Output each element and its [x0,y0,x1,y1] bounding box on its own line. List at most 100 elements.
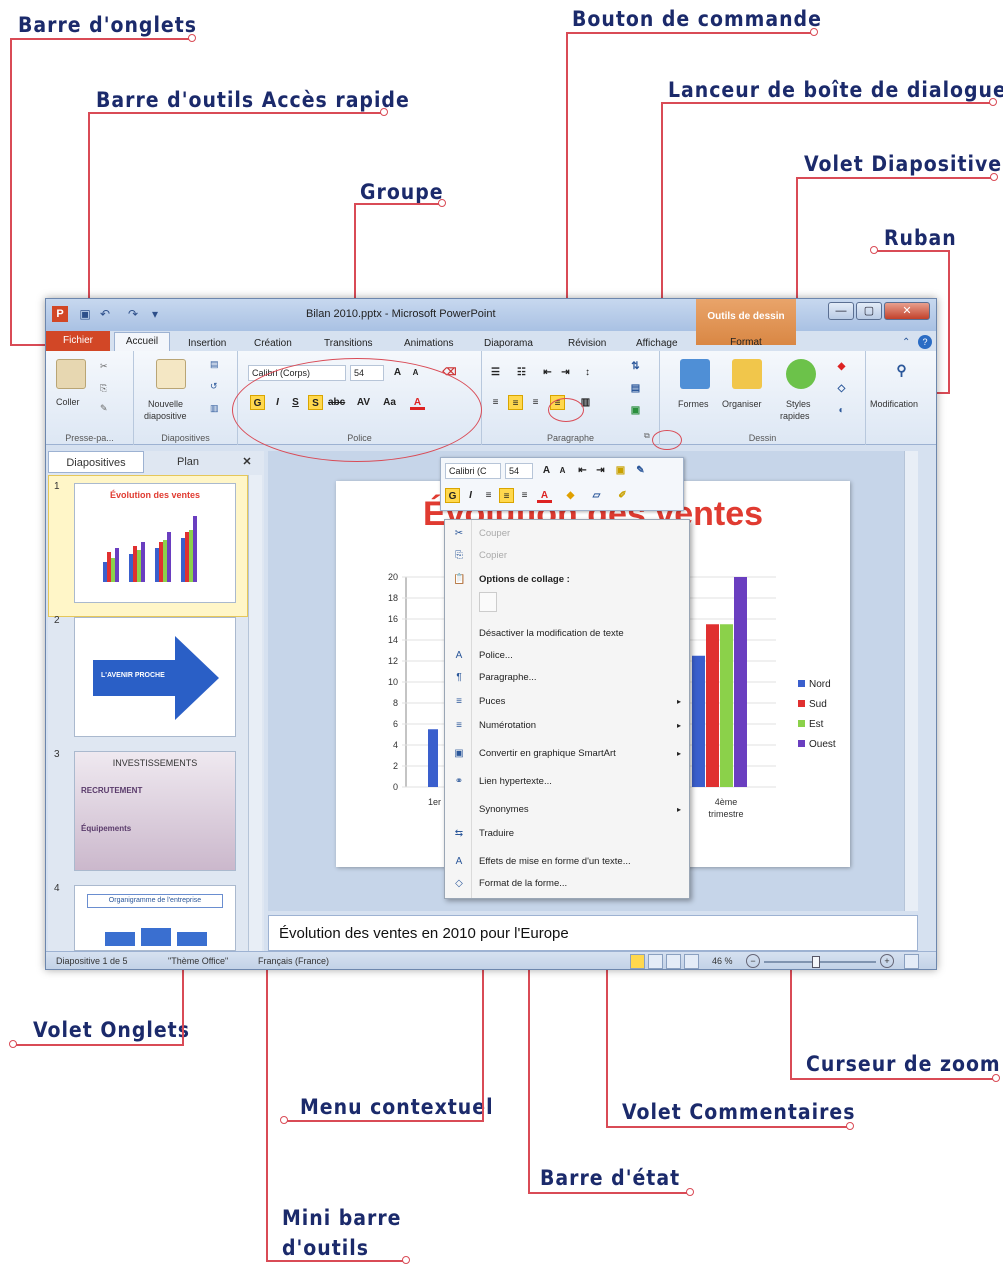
tab-diaporama[interactable]: Diaporama [484,338,533,349]
numbering-icon[interactable]: ☷ [514,365,529,380]
shapes-icon[interactable] [680,359,710,389]
align-left-icon[interactable]: ≡ [488,395,503,410]
theme-name[interactable]: "Thème Office" [168,956,228,966]
new-slide-icon[interactable] [156,359,186,389]
paste-icon[interactable] [56,359,86,389]
menu-item-puces[interactable]: ≡ Puces ▸ [445,692,691,712]
increase-indent-icon[interactable]: ⇥ [558,365,573,380]
quick-styles-icon[interactable] [786,359,816,389]
minimize-ribbon-icon[interactable]: ⌃ [902,337,910,348]
zoom-slider[interactable] [764,956,876,968]
language[interactable]: Français (France) [258,956,329,966]
dialog-launcher-icon[interactable]: ⧉ [644,431,650,441]
tab-creation[interactable]: Création [254,338,292,349]
powerpoint-app-icon[interactable]: P [52,306,68,322]
tab-accueil[interactable]: Accueil [114,332,170,352]
bullets-icon[interactable]: ☰ [488,365,503,380]
tab-plan[interactable]: Plan [148,451,228,473]
menu-item-copier[interactable]: ⎘ Copier [445,546,691,566]
fill-icon[interactable]: ◆ [834,359,849,374]
contextual-tab-outils-dessin[interactable]: Outils de dessin Format [696,299,796,348]
decrease-indent-icon[interactable]: ⇤ [575,463,590,478]
bold-button[interactable]: G [445,488,460,503]
menu-item-numerotation[interactable]: ≡ Numérotation ▸ [445,716,691,736]
layout-icon[interactable]: ▤ [210,359,219,370]
menu-item-couper[interactable]: ✂ Couper [445,524,691,544]
sorter-view-icon[interactable] [648,954,663,969]
increase-indent-icon[interactable]: ⇥ [593,463,608,478]
menu-item-smartart[interactable]: ▣ Convertir en graphique SmartArt ▸ [445,744,691,764]
notes-text[interactable]: Évolution des ventes en 2010 pour l'Euro… [279,925,569,942]
fit-window-icon[interactable] [904,954,919,969]
align-right-icon[interactable]: ≡ [528,395,543,410]
slideshow-view-icon[interactable] [684,954,699,969]
tab-affichage[interactable]: Affichage [636,338,678,349]
text-direction-icon[interactable]: ⇅ [628,359,643,374]
mini-font-dropdown[interactable]: Calibri (C [445,463,501,479]
menu-item-format-forme[interactable]: ◇ Format de la forme... [445,874,691,894]
pane-scrollbar[interactable] [248,475,262,951]
slide-thumb-3[interactable]: INVESTISSEMENTS RECRUTEMENT Équipements [74,751,236,871]
italic-button[interactable]: I [463,488,478,503]
close-button[interactable]: ✕ [884,302,930,320]
redo-icon[interactable]: ↷ [126,307,140,321]
save-icon[interactable]: ▣ [78,307,92,321]
notes-pane[interactable]: Évolution des ventes en 2010 pour l'Euro… [268,915,918,951]
menu-item-traduire[interactable]: ⇆ Traduire [445,824,691,844]
normal-view-icon[interactable] [630,954,645,969]
outline-icon[interactable]: ▱ [589,488,604,503]
undo-icon[interactable]: ↶ [98,307,112,321]
paste-option-icon[interactable] [479,592,497,612]
menu-item-police[interactable]: A Police... [445,646,691,666]
tab-diapositives[interactable]: Diapositives [48,451,144,473]
zoom-out-icon[interactable]: − [746,954,760,968]
copy-icon[interactable]: ⎘ [100,383,107,394]
justify-icon[interactable]: ≡ [499,488,514,503]
minimize-button[interactable]: — [828,302,854,320]
menu-item-desactiver[interactable]: Désactiver la modification de texte [445,624,691,644]
reading-view-icon[interactable] [666,954,681,969]
slide-thumb-1[interactable]: Évolution des ventes [74,483,236,603]
menu-item-effets[interactable]: A Effets de mise en forme d'un texte... [445,852,691,872]
tab-transitions[interactable]: Transitions [324,338,373,349]
slide-thumb-2[interactable]: L'AVENIR PROCHE [74,617,236,737]
zoom-slider-thumb[interactable] [811,956,820,968]
shrink-font-icon[interactable]: A [555,463,570,478]
fill-icon[interactable]: ◆ [563,488,578,503]
tab-animations[interactable]: Animations [404,338,453,349]
tab-revision[interactable]: Révision [568,338,606,349]
tab-insertion[interactable]: Insertion [188,338,226,349]
tab-format[interactable]: Format [696,337,796,348]
slide-thumb-4[interactable]: Organigramme de l'entreprise [74,885,236,951]
help-icon[interactable]: ? [918,335,932,349]
font-color-icon[interactable]: A [537,488,552,503]
new-slide-icon[interactable]: ▣ [613,463,628,478]
qat-customize-icon[interactable]: ▾ [148,307,162,321]
align-right-icon[interactable]: ≡ [517,488,532,503]
tab-fichier[interactable]: Fichier [46,331,110,351]
arrange-icon[interactable] [732,359,762,389]
mini-size-dropdown[interactable]: 54 [505,463,533,479]
section-icon[interactable]: ▥ [210,403,219,414]
close-pane-icon[interactable]: ✕ [236,451,258,473]
effects-icon[interactable]: ◐ [834,403,849,418]
cut-icon[interactable]: ✂ [100,361,108,372]
decrease-indent-icon[interactable]: ⇤ [540,365,555,380]
binoculars-icon[interactable]: ⚲ [894,363,909,378]
align-center-icon[interactable]: ≡ [508,395,523,410]
outline-icon[interactable]: ◇ [834,381,849,396]
maximize-button[interactable]: ▢ [856,302,882,320]
editor-scrollbar[interactable] [904,451,918,911]
reset-icon[interactable]: ↺ [210,381,218,392]
menu-item-synonymes[interactable]: Synonymes ▸ [445,800,691,820]
menu-item-paragraphe[interactable]: ¶ Paragraphe... [445,668,691,688]
line-spacing-icon[interactable]: ↕ [580,365,595,380]
smartart-icon[interactable]: ▣ [628,403,643,418]
format-painter-icon[interactable]: ✎ [100,403,108,414]
zoom-in-icon[interactable]: + [880,954,894,968]
zoom-level[interactable]: 46 % [712,956,733,966]
align-center-icon[interactable]: ≡ [481,488,496,503]
menu-item-lien[interactable]: ⚭ Lien hypertexte... [445,772,691,792]
paint-icon[interactable]: ✐ [615,488,630,503]
grow-font-icon[interactable]: A [539,463,554,478]
